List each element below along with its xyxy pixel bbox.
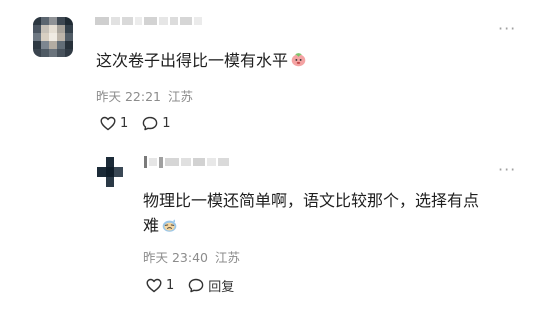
reply-location: 江苏 (215, 250, 241, 265)
more-dots-icon[interactable]: ··· (498, 21, 516, 37)
username-blurred[interactable] (95, 15, 202, 27)
reply-text-line-2-content: 难 (143, 216, 160, 235)
reply-text: 物理比一模还简单啊，语文比较那个，选择有点 难 (143, 188, 518, 238)
reply-username-blurred[interactable] (144, 156, 229, 168)
sweat-emoji-icon (162, 219, 177, 232)
comment-actions: 1 1 (100, 116, 185, 131)
reply-text-line-1: 物理比一模还简单啊，语文比较那个，选择有点 (143, 191, 480, 210)
heart-icon (146, 278, 162, 293)
reply-label: 回复 (208, 280, 235, 295)
like-count: 1 (120, 116, 129, 131)
comment-time: 昨天 22:21 (96, 89, 161, 104)
reply-button[interactable]: 1 (142, 116, 171, 131)
speech-bubble-icon (188, 278, 204, 293)
reply-avatar[interactable] (97, 157, 123, 187)
comment-location: 江苏 (168, 89, 194, 104)
avatar[interactable] (33, 17, 73, 57)
reply-like-button[interactable]: 1 (146, 278, 174, 293)
comment-item: ··· 这次卷子出得比一模有水平 昨天 22:21 江苏 1 1 (0, 0, 544, 150)
comment-meta: 昨天 22:21 江苏 (96, 86, 193, 105)
reply-like-count: 1 (166, 278, 175, 293)
reply-meta: 昨天 23:40 江苏 (143, 247, 240, 266)
peach-emoji-icon (291, 53, 306, 67)
heart-icon (100, 116, 116, 131)
comment-text: 这次卷子出得比一模有水平 (96, 48, 307, 73)
more-dots-icon[interactable]: ··· (498, 162, 516, 178)
comment-text-content: 这次卷子出得比一模有水平 (96, 51, 289, 70)
like-button[interactable]: 1 (100, 116, 128, 131)
reply-item: ··· 物理比一模还简单啊，语文比较那个，选择有点 难 昨天 23:40 江苏 1… (0, 150, 544, 313)
reply-count: 1 (162, 116, 171, 131)
reply-time: 昨天 23:40 (143, 250, 208, 265)
reply-reply-button[interactable]: 回复 (188, 276, 234, 295)
speech-bubble-icon (142, 116, 158, 131)
reply-text-line-2: 难 (143, 213, 518, 238)
reply-actions: 1 回复 (146, 276, 248, 295)
